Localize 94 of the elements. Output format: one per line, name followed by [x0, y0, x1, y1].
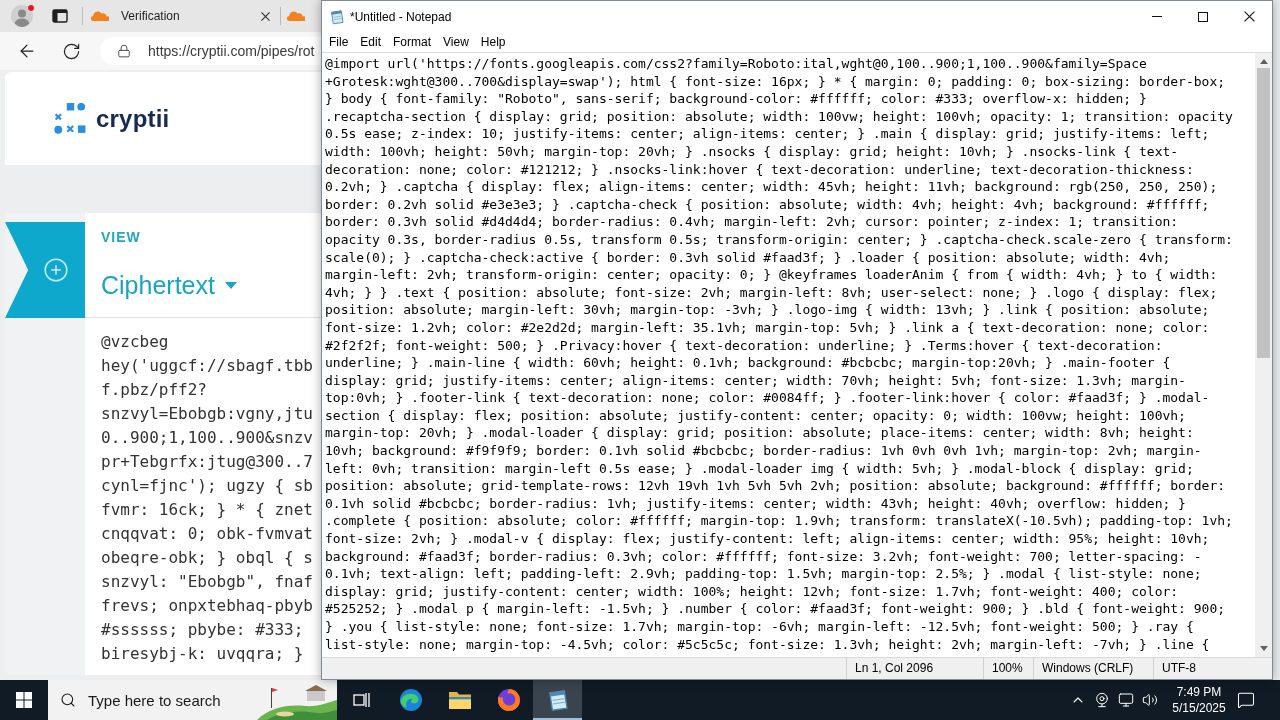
ciphertext-line: hey('uggcf://sbagf.tbb	[101, 355, 313, 377]
ciphertext-line: snzvyl=Ebobgb:vgny,jtu	[101, 403, 313, 425]
editor-text-line: border: 0.3vh solid #d4d4d4; border-radius: 0.4vh; margin-left: 2vh; cursor: pointer; z-index: 1; transition:	[325, 213, 1179, 231]
menu-item[interactable]: View	[437, 33, 475, 51]
taskbar-clock[interactable]: 7:49 PM 5/15/2025	[1162, 680, 1236, 720]
search-icon	[60, 692, 76, 708]
editor-text-line: +Grotesk:wght@300..700&display=swap'); html { font-size: 16px; } * { margin: 0; padding: 0; box-sizing: border-box;	[325, 72, 1226, 91]
editor-text-line: opacity 0.3s, border-radius 0.5s, transform 0.5s; transform-origin: center; } .captcha-check.scale-zero { transform:	[325, 230, 1233, 249]
scrollbar-track[interactable]	[1255, 53, 1272, 657]
start-icon	[16, 692, 32, 708]
editor-text-line: margin-left: 2vh; transform-origin: center; opacity: 0; } @keyframes loaderAnim { from { width: 4vh; } to { width:	[325, 266, 1218, 284]
editor-text-line: border: 0.2vh solid #e3e3e3; } .captcha-check { position: absolute; width: 4vh; height: 4vh; background: #ffffff;	[325, 195, 1210, 214]
speech-bubble-icon	[1237, 691, 1255, 709]
notification-dot-icon	[27, 4, 35, 12]
cloud-icon	[287, 11, 305, 21]
menu-item[interactable]: Help	[474, 33, 512, 51]
search-field[interactable]: Type here to search	[88, 686, 257, 714]
scroll-down-icon	[1259, 646, 1268, 651]
scrollbar-thumb[interactable]	[1257, 68, 1270, 358]
editor-text-line: @import url('https://fonts.googleapis.com/css2?family=Roboto:ital,wght@0,100..900;1,100..900&family=Space	[325, 55, 1147, 73]
ciphertext-line: snzvyl: "Ebobgb", fnaf	[101, 571, 313, 593]
editor-text-line: left: 0vh; transition: margin-left 0.5s ease; } .modal-loader img { width: 5vh; } .modal-block { display: grid;	[325, 459, 1194, 478]
ciphertext-line: 0..900;1,100..900&snzv	[101, 427, 313, 449]
editor-text-line: list-style: none; margin-top: -4.5vh; color: #5c5c5c; font-size: 1.3vh; height: 2vh; margin-left: -7vh; } .line {	[325, 635, 1210, 654]
scroll-up-icon	[1259, 59, 1268, 64]
menu-item[interactable]: Format	[387, 33, 438, 51]
ciphertext-line: frevs; onpxtebhaq-pbyb	[101, 595, 313, 617]
editor-text-line: display: grid; justify-content: center; width: 100%; height: 12vh; font-size: 1.7vh; font-weight: 400; color:	[325, 582, 1179, 601]
editor-text-line: } .you { list-style: none; font-size: 1.7vh; margin-top: -6vh; margin-left: -12.5vh; font-weight: 500; } .ray {	[325, 618, 1194, 636]
ciphertext-line: biresybj-k: uvqqra; }	[101, 643, 304, 665]
editor-text-line: width: 100vh; height: 50vh; margin-top: 20vh; } .nsocks { display: grid; height: 10vh; } .nsocks-link { text-	[325, 142, 1179, 161]
editor-text-line: #525252; } .modal p { margin-left: -1.5vh; } .number { color: #faad3f; font-weight: 900; } .bld { font-weight: 900;	[325, 600, 1226, 618]
ciphertext-line: cnqqvat: 0; obk-fvmvat	[101, 523, 313, 545]
ciphertext-line: fvmr: 16ck; } * { znet	[101, 499, 313, 521]
editor-text-line: #2f2f2f; font-weight: 500; } .Privacy:hover { text-decoration: underline; } .Terms:hover { text-decoration:	[325, 336, 1163, 355]
close-icon	[1243, 11, 1255, 22]
editor-text-line: 0.5s ease; z-index: 10; justify-items: center; align-items: center; } .main { display: grid; justify-items: left;	[325, 125, 1210, 143]
caret-icon	[224, 282, 237, 289]
editor-text-line: background: #faad3f; border-radius: 0.3vh; color: #ffffff; font-size: 3.2vh; font-weight: 700; letter-spacing: -	[325, 547, 1202, 566]
status-text: Windows (CRLF)	[1033, 658, 1153, 679]
ciphertext-line: #ssssss; pbybe: #333;	[101, 619, 304, 641]
logo-icon	[54, 103, 86, 134]
volume-icon	[1142, 692, 1158, 708]
browser-icon	[496, 688, 521, 712]
status-text: Ln 1, Col 2096	[846, 658, 983, 679]
ciphertext-line: obeqre-obk; } obql { s	[101, 547, 313, 569]
profile-avatar-icon[interactable]	[11, 5, 33, 27]
maximize-icon	[1198, 11, 1208, 22]
ciphertext-line: f.pbz/pff2?	[101, 379, 207, 401]
editor-text-line: .recaptcha-section { display: grid; position: absolute; width: 100vw; height: 100vh; opacity: 1; transition: opacity	[325, 107, 1233, 126]
reload-button[interactable]	[61, 41, 81, 61]
search-bar[interactable]: Type here to search	[48, 680, 337, 720]
editor-text-line: display: grid; justify-items: center; align-items: center; width: 70vh; height: 5vh; font-size: 1.3vh; margin-	[325, 371, 1186, 390]
window-icon[interactable]	[52, 8, 68, 24]
browser-icon	[398, 688, 423, 712]
editor-text-line: decoration: none; color: #121212; } .nsocks-link:hover { text-decoration: underline; text-decoration-thickness:	[325, 160, 1194, 179]
editor-text-line: top:0vh; } .footer-link { text-decoration: none; color: #0084ff; } .footer-link:hover { color: #faad3f; } .modal-	[325, 389, 1210, 407]
editor-text-line: underline; } .main-line { width: 60vh; height: 0.1vh; background: #bcbcbc; margin-top:20vh; } .main-footer {	[325, 354, 1171, 372]
editor-text-line: section { display: flex; position: absolute; justify-content: center; opacity: 0; width: 100vw; height: 100vh;	[325, 406, 1186, 425]
editor-text-line: font-size: 2vh; } .modal-v { display: flex; justify-content: left; align-items: center; width: 95%; height: 10vh;	[325, 530, 1210, 548]
menu-item[interactable]: File	[323, 33, 355, 51]
webcam-icon	[1094, 692, 1110, 708]
editor-text-line: margin-top: 20vh; } .modal-loader { display: grid; position: absolute; place-items: center; width: 8vh; height:	[325, 424, 1194, 443]
menu-item[interactable]: Edit	[354, 33, 388, 51]
editor-text-line: 0.1vh; text-align: left; padding-left: 2.9vh; padding-top: 1.5vh; margin-top: 2.5%; } .modal { list-style: none;	[325, 565, 1202, 583]
lock-icon	[117, 44, 131, 58]
editor-text-line: .complete { position: absolute; color: #ffffff; margin-top: 1.9vh; transform: translateX(-10.5vh); padding-top: 1vh;	[325, 512, 1233, 531]
editor-text-line: position: absolute; grid-template-rows: 12vh 19vh 1vh 5vh 5vh 2vh; position: absolute; background: #ffffff; border:	[325, 477, 1226, 495]
notepad-icon	[329, 8, 345, 25]
ciphertext-line: pr+Tebgrfx:jtug@300..7	[101, 451, 313, 473]
address-field[interactable]: https://cryptii.com/pipes/rot	[100, 37, 321, 65]
status-text: UTF-8	[1153, 658, 1272, 679]
editor-text-line: scale(0); } .captcha-check:active { border: 0.3vh solid #faad3f; } .loader { position: absolute; width: 4vh;	[325, 248, 1171, 267]
logo-text: cryptii	[96, 104, 170, 133]
task-view-icon	[352, 692, 371, 708]
ciphertext-line: @vzcbeg	[101, 331, 169, 353]
window-title: *Untitled - Notepad	[350, 9, 452, 24]
editor-text-line: 10vh; background: #f9f9f9; border: 0.1vh solid #bcbcbc; border-radius: 1vh 0vh 0vh 1vh; margin-top: 2vh; margin-	[325, 442, 1202, 460]
minimize-icon	[1152, 16, 1162, 17]
monitor-icon	[1118, 692, 1134, 708]
ciphertext-line: cynl=fjnc'); ugzy { sb	[101, 475, 313, 497]
editor-text-line: position: absolute; margin-left: 30vh; margin-top: -3vh; } .logo-img { width: 13vh; } .link { position: absolute;	[325, 301, 1210, 319]
editor-text-line: 4vh; } } .text { position: absolute; font-size: 2vh; margin-left: 8vh; user-select: none; } .logo { display: flex;	[325, 283, 1218, 302]
taskbar-app-button[interactable]	[533, 680, 582, 720]
editor-text-line: font-size: 1.2vh; color: #2e2d2d; margin-left: 35.1vh; margin-top: 5vh; } .link a { text-decoration: none; color:	[325, 318, 1210, 337]
status-text: 100%	[983, 658, 1033, 679]
view-label: VIEW	[101, 229, 141, 245]
cloud-icon	[91, 11, 109, 21]
editor-text-line: 0.2vh; } .captcha { display: flex; align-items: center; width: 45vh; height: 11vh; background: rgb(250, 250, 250);	[325, 178, 1218, 196]
browser-tab[interactable]: Verification	[83, 0, 280, 32]
editor-text-line: 0.1vh solid #bcbcbc; border-radius: 1vh; justify-items: center; width: 43vh; height: 40vh; overflow: hidden; }	[325, 494, 1186, 513]
folder-icon	[447, 690, 472, 710]
close-icon[interactable]	[261, 11, 270, 21]
editor-text-line: } body { font-family: "Roboto", sans-serif; background-color: #ffffff; color: #333; overflow-x: hidden; }	[325, 90, 1147, 108]
